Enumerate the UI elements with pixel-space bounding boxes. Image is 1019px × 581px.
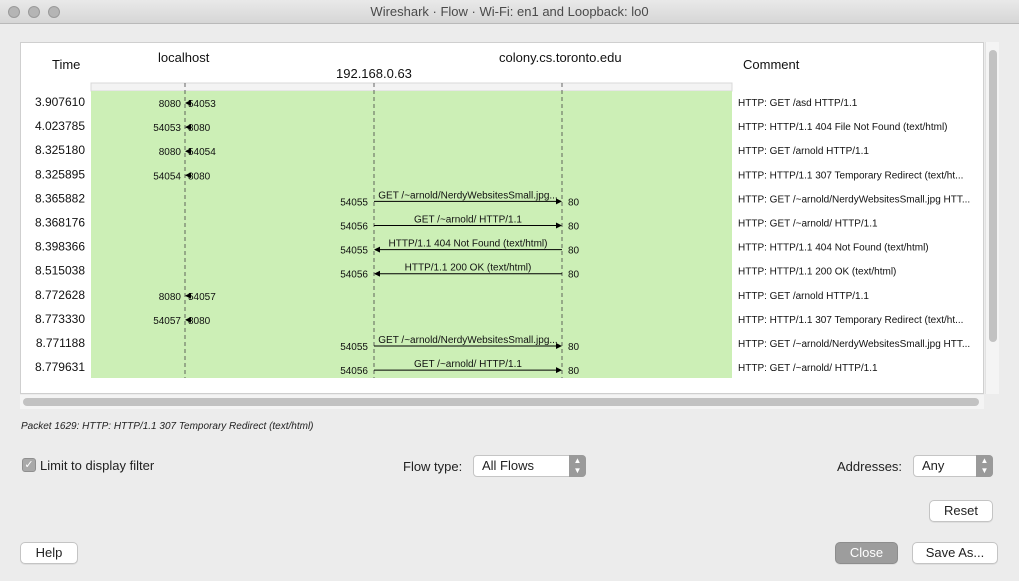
row-source-port: 54055 [340,197,368,208]
row-source-port: 54056 [340,366,368,377]
row-comment: HTTP: GET /~arnold/NerdyWebsitesSmall.jp… [738,339,970,350]
row-source-port: 54055 [340,342,368,353]
row-comment: HTTP: GET /arnold HTTP/1.1 [738,291,869,302]
row-source-port: 54056 [340,270,368,281]
row-dest-port: 80 [568,270,580,281]
addresses-value: Any [922,458,945,473]
row-source-port: 54053 [153,123,181,134]
horizontal-scrollbar[interactable] [20,395,984,409]
horizontal-scroll-thumb[interactable] [23,398,979,406]
flow-type-label: Flow type: [403,459,463,474]
addresses-select[interactable]: Any ▲ ▼ [913,455,993,477]
addresses-label: Addresses: [837,459,903,474]
row-arrow-label: GET /~arnold/NerdyWebsitesSmall.jpg... [378,335,557,346]
row-time: 8.365882 [35,191,85,205]
row-dest-port: 80 [568,246,580,257]
row-time: 8.368176 [35,216,85,230]
row-comment: HTTP: HTTP/1.1 200 OK (text/html) [738,267,896,278]
row-comment: HTTP: GET /~arnold/ HTTP/1.1 [738,219,878,230]
row-dest-port: 54057 [188,292,216,303]
packet-status: Packet 1629: HTTP: HTTP/1.1 307 Temporar… [21,421,314,432]
row-dest-port: 80 [568,222,580,233]
flow-type-value: All Flows [482,458,535,473]
row-time: 8.515038 [35,264,85,278]
flow-diagram[interactable]: Time localhost colony.cs.toronto.edu 192… [20,42,984,394]
row-dest-port: 8080 [188,316,211,327]
row-source-port: 8080 [159,99,182,110]
row-dest-port: 80 [568,197,580,208]
row-time: 8.773330 [35,312,85,326]
row-comment: HTTP: GET /asd HTTP/1.1 [738,98,858,109]
row-dest-port: 8080 [188,123,211,134]
row-arrow-label: GET /~arnold/NerdyWebsitesSmall.jpg... [378,190,557,201]
flow-type-select[interactable]: All Flows ▲ ▼ [473,455,586,477]
row-comment: HTTP: HTTP/1.1 404 File Not Found (text/… [738,122,948,133]
row-comment: HTTP: HTTP/1.1 307 Temporary Redirect (t… [738,315,963,326]
flow-header-band [90,82,733,92]
row-arrow-label: GET /~arnold/ HTTP/1.1 [414,359,522,370]
row-comment: HTTP: GET /~arnold/ HTTP/1.1 [738,363,878,374]
row-arrow-label: GET /~arnold/ HTTP/1.1 [414,215,522,226]
row-time: 8.771188 [36,336,85,350]
row-source-port: 54056 [340,222,368,233]
row-time: 8.325180 [35,143,85,157]
limit-filter-label[interactable]: Limit to display filter [40,458,154,473]
row-comment: HTTP: HTTP/1.1 307 Temporary Redirect (t… [738,170,963,181]
chevron-updown-icon: ▲ ▼ [569,455,586,477]
row-time: 3.907610 [35,95,85,109]
row-comment: HTTP: HTTP/1.1 404 Not Found (text/html) [738,243,929,254]
row-arrow-label: HTTP/1.1 200 OK (text/html) [405,263,532,274]
row-time: 4.023785 [35,119,85,133]
row-arrow-label: HTTP/1.1 404 Not Found (text/html) [389,239,548,250]
row-source-port: 54054 [153,171,181,182]
help-button[interactable]: Help [20,542,78,564]
checkmark-icon: ✓ [24,459,34,471]
vertical-scroll-thumb[interactable] [989,50,997,342]
save-as-button[interactable]: Save As... [912,542,998,564]
row-source-port: 54055 [340,246,368,257]
close-button[interactable]: Close [835,542,898,564]
row-dest-port: 54053 [188,99,216,110]
chevron-updown-icon: ▲ ▼ [976,455,993,477]
row-dest-port: 54054 [188,147,216,158]
row-comment: HTTP: GET /~arnold/NerdyWebsitesSmall.jp… [738,194,970,205]
window-title: Wireshark · Flow · Wi-Fi: en1 and Loopba… [370,4,649,19]
limit-filter-checkbox[interactable]: ✓ [22,458,36,472]
row-time: 8.772628 [35,288,85,302]
row-dest-port: 8080 [188,171,211,182]
title-bar: Wireshark · Flow · Wi-Fi: en1 and Loopba… [0,0,1019,24]
row-dest-port: 80 [568,342,580,353]
row-time: 8.779631 [35,360,85,374]
row-time: 8.325895 [35,167,85,181]
reset-button[interactable]: Reset [929,500,993,522]
row-time: 8.398366 [35,240,85,254]
row-comment: HTTP: GET /arnold HTTP/1.1 [738,146,869,157]
vertical-scrollbar[interactable] [985,42,999,394]
row-source-port: 54057 [153,316,181,327]
row-source-port: 8080 [159,147,182,158]
flow-graph-canvas: 3.907610 HTTP: GET /asd HTTP/1.18080 54053… [35,82,970,378]
row-source-port: 8080 [159,292,182,303]
row-dest-port: 80 [568,366,580,377]
